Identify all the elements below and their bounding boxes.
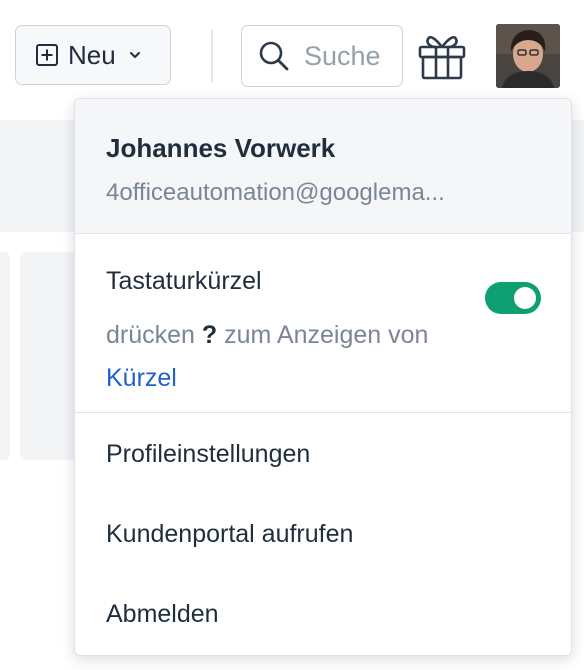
toolbar-divider — [211, 30, 213, 82]
shortcuts-link[interactable]: Kürzel — [106, 364, 177, 392]
chevron-down-icon — [129, 52, 140, 58]
shortcuts-toggle[interactable] — [485, 282, 541, 314]
menu-item-customer-portal[interactable]: Kundenportal aufrufen — [106, 520, 353, 549]
new-button[interactable]: Neu — [15, 25, 171, 85]
toggle-knob — [514, 287, 536, 309]
background-card — [0, 252, 10, 460]
background-card — [20, 252, 80, 460]
menu-item-profile-settings[interactable]: Profileinstellungen — [106, 440, 310, 469]
menu-divider — [75, 412, 571, 413]
user-email: 4officeautomation@googlema... — [106, 179, 445, 206]
user-name: Johannes Vorwerk — [106, 133, 336, 163]
gift-icon[interactable] — [416, 30, 468, 82]
account-dropdown-menu: Johannes Vorwerk 4officeautomation@googl… — [74, 98, 572, 656]
search-icon — [259, 41, 289, 71]
shortcuts-desc-before: drücken — [106, 321, 195, 349]
shortcuts-description: drücken ? zum Anzeigen von Kürzel — [106, 314, 496, 400]
avatar[interactable] — [496, 24, 560, 88]
shortcuts-title: Tastaturkürzel — [106, 267, 262, 295]
shortcut-key: ? — [201, 321, 218, 349]
menu-item-logout[interactable]: Abmelden — [106, 600, 219, 629]
new-button-label: Neu — [68, 39, 116, 70]
account-header — [75, 99, 571, 234]
shortcuts-desc-after: zum Anzeigen von — [224, 321, 429, 349]
search-input[interactable]: Suche — [241, 25, 403, 87]
plus-square-icon — [36, 44, 58, 66]
search-placeholder: Suche — [304, 40, 381, 71]
